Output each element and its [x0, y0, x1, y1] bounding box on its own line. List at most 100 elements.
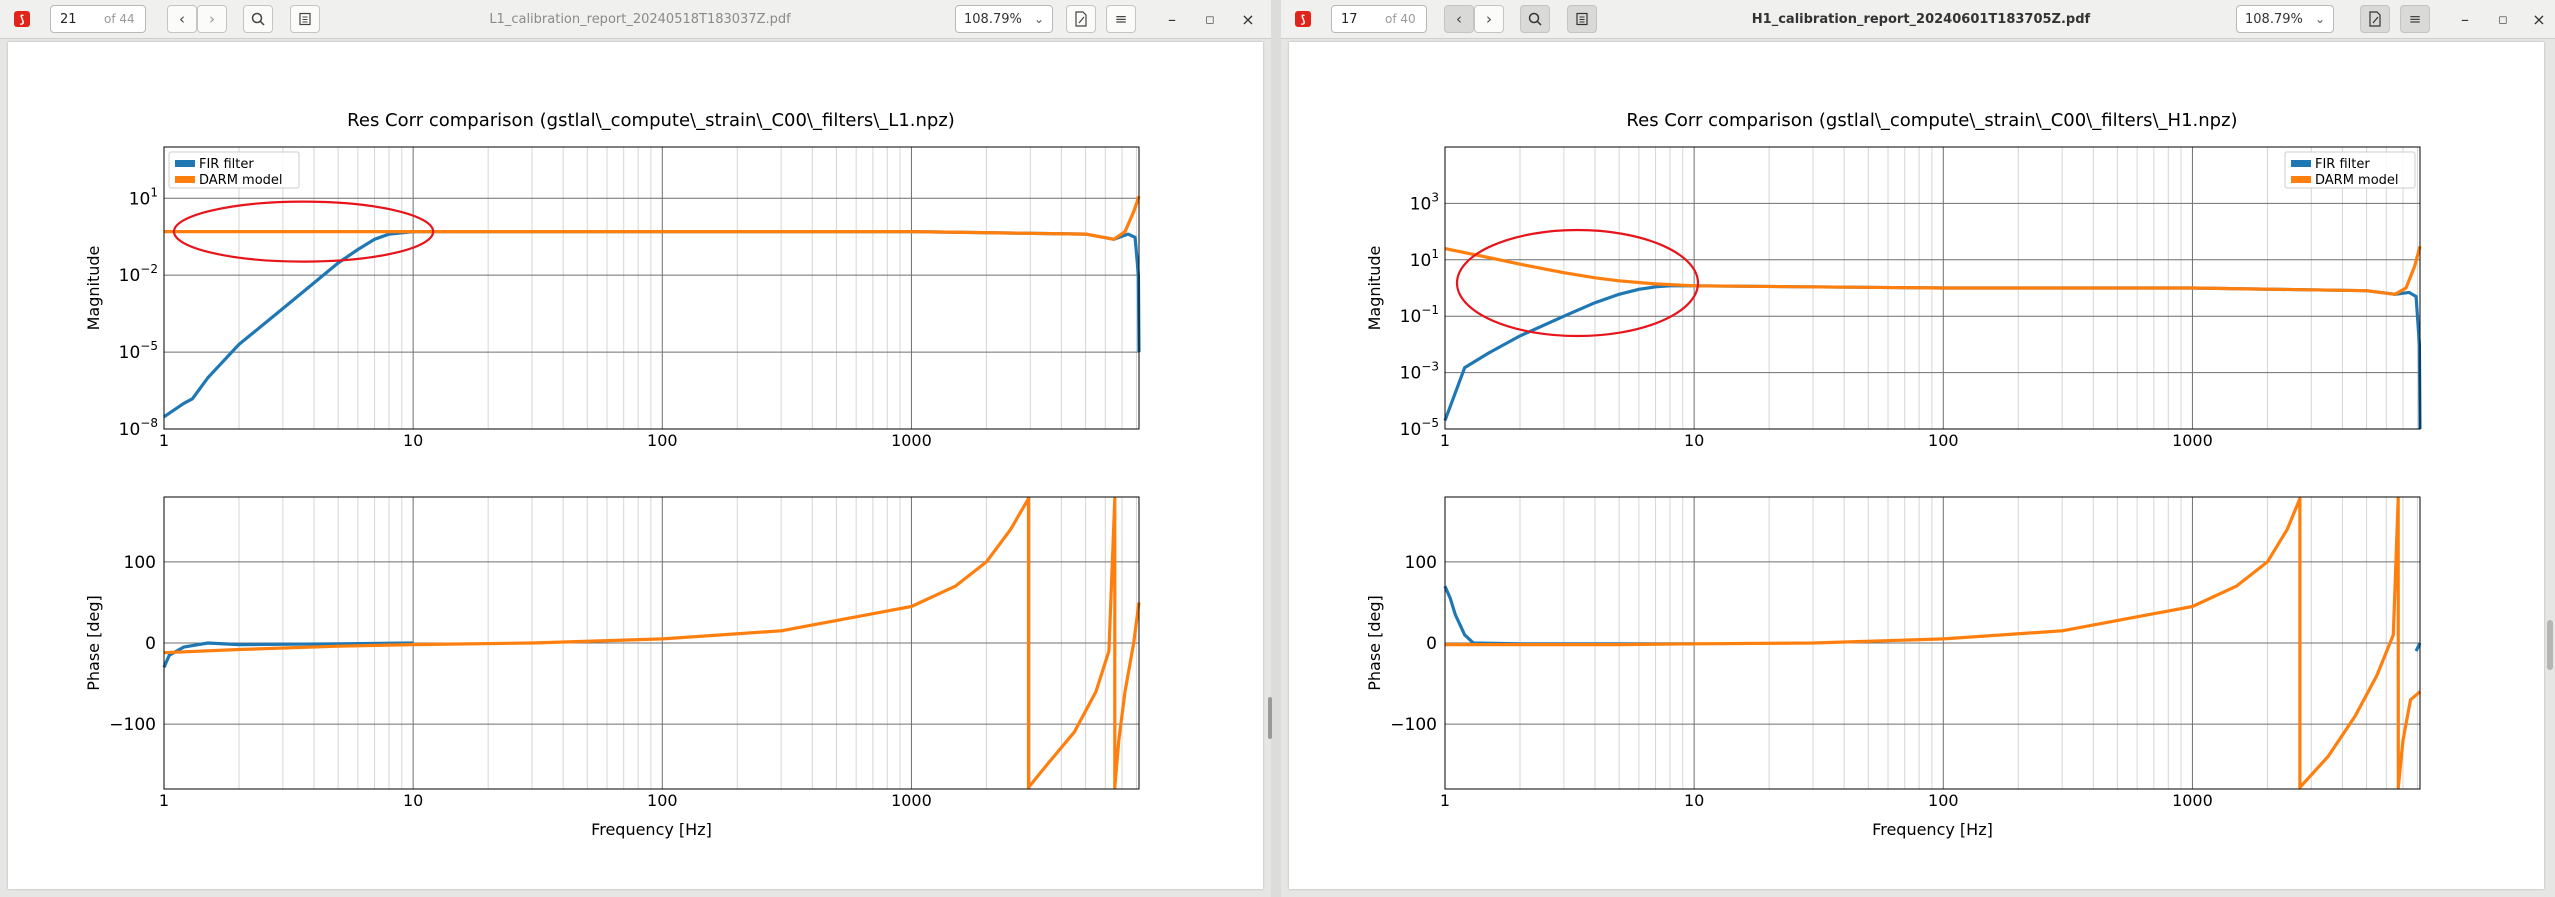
x-tick-label: 100: [1928, 431, 1959, 450]
pane-divider[interactable]: [1271, 0, 1281, 897]
legend: FIR filterDARM model: [168, 151, 300, 189]
x-tick-label: 1000: [2172, 791, 2213, 810]
main-menu-button[interactable]: ≡: [1106, 5, 1136, 33]
sidebar-icon: [1576, 12, 1588, 26]
next-page-button[interactable]: ›: [1474, 5, 1504, 33]
sidebar-button[interactable]: [290, 5, 320, 33]
x-tick-label: 100: [1928, 791, 1959, 810]
main-menu-button[interactable]: ≡: [2400, 5, 2430, 33]
y-tick-label: 10−3: [1400, 360, 1439, 384]
x-tick-label: 10: [1684, 431, 1704, 450]
figure-title: Res Corr comparison (gstlal\_compute\_st…: [347, 110, 955, 131]
zoom-select[interactable]: 108.79% ⌄: [955, 5, 1053, 33]
toolbar: ⟆ 21 of 44 ‹ › L1_calibration_report_202…: [0, 0, 1271, 39]
page-number-field[interactable]: 17 of 40: [1331, 5, 1427, 33]
close-button[interactable]: ×: [2525, 5, 2553, 33]
close-button[interactable]: ×: [1234, 5, 1262, 33]
annotate-icon: [2369, 11, 2381, 27]
sidebar-button[interactable]: [1567, 5, 1597, 33]
previous-page-button[interactable]: ‹: [1444, 5, 1474, 33]
minimize-button[interactable]: –: [1158, 5, 1186, 33]
pdf-page: Res Corr comparison (gstlal\_compute\_st…: [8, 42, 1263, 889]
zoom-select[interactable]: 108.79% ⌄: [2236, 5, 2334, 33]
page-number-input[interactable]: 21: [51, 12, 104, 27]
legend: FIR filterDARM model: [2284, 151, 2416, 189]
legend-swatch-fir-filter: [175, 160, 195, 167]
page-number-field[interactable]: 21 of 44: [50, 5, 146, 33]
zoom-value: 108.79%: [964, 11, 1022, 27]
chevron-right-icon: ›: [1486, 10, 1492, 28]
menu-icon: ≡: [2408, 10, 2422, 28]
page-total-label: of 44: [104, 12, 135, 26]
y-tick-exponent: 1: [150, 185, 158, 199]
H1-magnitude-panel: 1 10 100 100010−510−310−1101103MagnitudeFIR…: [1365, 146, 2422, 450]
legend-label-darm-model: DARM model: [199, 173, 283, 188]
x-tick-label: 1000: [2172, 431, 2213, 450]
y-tick-exponent: −2: [140, 262, 158, 276]
x-tick-label: 1: [159, 431, 169, 450]
y-tick-label: 103: [1410, 190, 1439, 214]
x-tick-label: 10: [1684, 791, 1704, 810]
chevron-left-icon: ‹: [1456, 10, 1462, 28]
y-tick-exponent: 1: [1431, 247, 1439, 261]
document-title: L1_calibration_report_20240518T183037Z.p…: [489, 11, 791, 27]
menu-icon: ≡: [1114, 10, 1128, 28]
legend-swatch-fir-filter: [2291, 160, 2311, 167]
chevron-down-icon: ⌄: [1033, 12, 1044, 26]
annotate-button[interactable]: [2360, 5, 2390, 33]
x-tick-label: 10: [403, 431, 423, 450]
y-tick-label: 100: [1405, 553, 1437, 573]
y-tick-label: 10−5: [119, 339, 158, 363]
y-tick-base: 10: [1400, 364, 1422, 384]
x-axis-label: Frequency [Hz]: [1872, 820, 1993, 839]
search-button[interactable]: [1520, 5, 1550, 33]
y-tick-base: 10: [129, 189, 151, 209]
page-number-input[interactable]: 17: [1332, 12, 1385, 27]
y-tick-base: 10: [1400, 307, 1422, 327]
search-button[interactable]: [243, 5, 273, 33]
annotate-button[interactable]: [1066, 5, 1096, 33]
legend-swatch-darm-model: [175, 176, 195, 183]
search-icon: [1528, 12, 1542, 26]
y-axis-label: Phase [deg]: [1365, 595, 1384, 691]
y-axis-label: Magnitude: [1365, 246, 1384, 331]
chevron-right-icon: ›: [209, 10, 215, 28]
figure-l1: Res Corr comparison (gstlal\_compute\_st…: [84, 110, 1141, 839]
x-tick-label: 1: [159, 791, 169, 810]
viewer-window-l1: ⟆ 21 of 44 ‹ › L1_calibration_report_202…: [0, 0, 1271, 897]
L1-magnitude-panel: 1 10 100 100010−810−510−2101MagnitudeFIR fi…: [84, 146, 1141, 450]
y-axis-label: Phase [deg]: [84, 595, 103, 691]
y-tick-label: 100: [124, 553, 156, 573]
annotate-icon: [1075, 11, 1087, 27]
vertical-scrollbar[interactable]: [2547, 620, 2553, 670]
y-tick-label: 10−1: [1400, 303, 1439, 327]
close-icon: ×: [1241, 9, 1255, 29]
viewer-window-h1: ⟆ 17 of 40 ‹ › H1_calibration_report_202…: [1281, 0, 2555, 897]
figure-h1: Res Corr comparison (gstlal\_compute\_st…: [1365, 110, 2422, 839]
y-tick-exponent: −5: [140, 339, 158, 353]
x-tick-label: 1000: [891, 791, 932, 810]
next-page-button[interactable]: ›: [197, 5, 227, 33]
legend-swatch-darm-model: [2291, 176, 2311, 183]
maximize-icon: ◻: [2498, 12, 2508, 26]
pdf-page: Res Corr comparison (gstlal\_compute\_st…: [1289, 42, 2544, 889]
y-tick-base: 10: [119, 343, 141, 363]
x-tick-label: 1000: [891, 431, 932, 450]
y-tick-label: 10−2: [119, 262, 158, 286]
y-tick-label: −100: [1390, 715, 1437, 735]
x-tick-label: 1: [1440, 431, 1450, 450]
toolbar: ⟆ 17 of 40 ‹ › H1_calibration_report_202…: [1281, 0, 2555, 39]
figure-title: Res Corr comparison (gstlal\_compute\_st…: [1626, 110, 2237, 131]
y-tick-label: 101: [1410, 247, 1439, 271]
minimize-button[interactable]: –: [2451, 5, 2479, 33]
previous-page-button[interactable]: ‹: [167, 5, 197, 33]
pane-resize-handle[interactable]: [1268, 697, 1272, 739]
pdf-app-icon: ⟆: [1295, 11, 1311, 27]
y-tick-base: 10: [119, 266, 141, 286]
maximize-button[interactable]: ◻: [2489, 5, 2517, 33]
y-tick-exponent: −8: [140, 416, 158, 430]
pdf-app-icon: ⟆: [14, 11, 30, 27]
H1-phase-panel: 1 10 100 1000 −100 0 100 Phase [deg] Frequency […: [1365, 496, 2422, 839]
maximize-button[interactable]: ◻: [1196, 5, 1224, 33]
y-tick-label: −100: [109, 715, 156, 735]
